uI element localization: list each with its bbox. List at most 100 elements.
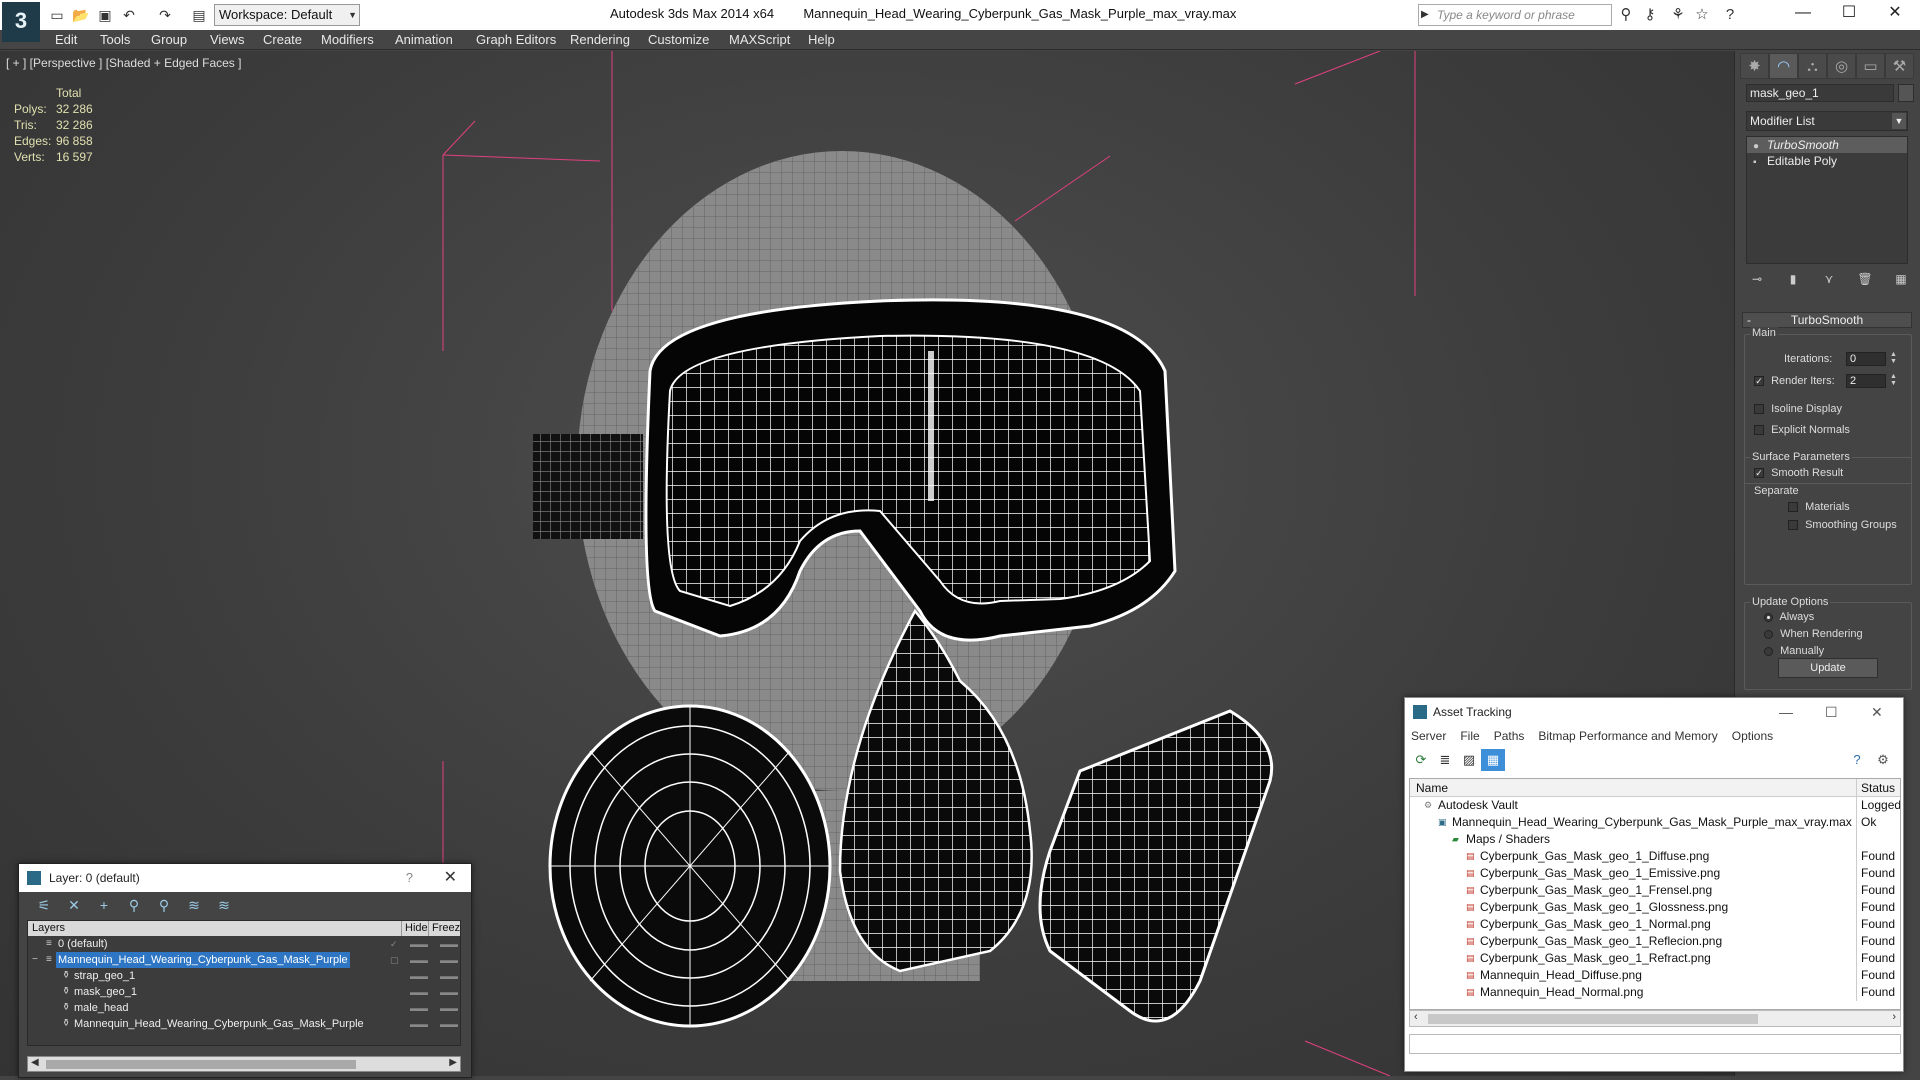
scroll-thumb[interactable] — [1428, 1014, 1758, 1024]
highlight-layer-icon[interactable]: ⚲ — [149, 894, 179, 916]
scroll-left-icon[interactable]: ◀ — [31, 1057, 39, 1068]
collapse-icon[interactable]: − — [32, 952, 38, 968]
menu-tools[interactable]: Tools — [100, 32, 130, 47]
object-name-field[interactable]: mask_geo_1 — [1746, 84, 1894, 102]
update-manually-row[interactable]: Manually — [1764, 645, 1824, 657]
pin-stack-icon[interactable]: ⊸ — [1746, 269, 1768, 289]
asset-row[interactable]: ▤ Cyberpunk_Gas_Mask_geo_1_Emissive.png Fo… — [1410, 865, 1900, 882]
subscription-key-icon[interactable]: ⚷ — [1640, 6, 1660, 24]
search-input[interactable]: ▶ Type a keyword or phrase — [1418, 4, 1612, 26]
menu-group[interactable]: Group — [151, 32, 187, 47]
help-button[interactable]: ? — [406, 864, 413, 892]
layer-row[interactable]: ⚱ Mannequin_Head_Wearing_Cyberpunk_Gas_M… — [28, 1016, 460, 1032]
materials-checkbox[interactable] — [1788, 502, 1798, 513]
hide-toggle[interactable]: ▬▬ — [410, 936, 428, 952]
update-when-rendering-row[interactable]: When Rendering — [1764, 628, 1863, 640]
menu-server[interactable]: Server — [1411, 726, 1446, 746]
menu-animation[interactable]: Animation — [395, 32, 453, 47]
set-current-layer-icon[interactable]: ▢ — [390, 952, 399, 968]
communication-center-icon[interactable]: ⚘ — [1668, 6, 1688, 24]
render-iters-spinner[interactable]: 2 — [1846, 374, 1886, 388]
make-unique-icon[interactable]: ⋎ — [1818, 269, 1840, 289]
hide-toggle[interactable]: ▬▬ — [410, 1016, 428, 1032]
list-view-icon[interactable]: ≣ — [1433, 749, 1457, 771]
asset-row[interactable]: ▣ Mannequin_Head_Wearing_Cyberpunk_Gas_Ma… — [1410, 814, 1900, 831]
asset-row[interactable]: ▰ Maps / Shaders — [1410, 831, 1900, 848]
menu-views[interactable]: Views — [210, 32, 244, 47]
always-radio[interactable] — [1764, 612, 1773, 622]
menu-bitmap-performance[interactable]: Bitmap Performance and Memory — [1538, 726, 1717, 746]
layer-row[interactable]: ≡ 0 (default) ✓ ▬▬ ▬▬ — [28, 936, 460, 952]
menu-rendering[interactable]: Rendering — [570, 32, 630, 47]
table-view-icon[interactable]: ▦ — [1481, 749, 1505, 771]
freeze-all-layers-icon[interactable]: ≋ — [209, 894, 239, 916]
smoothing-groups-checkbox[interactable] — [1788, 520, 1798, 531]
settings-icon[interactable]: ⚙ — [1871, 749, 1895, 771]
display-tab-icon[interactable]: ▭ — [1856, 53, 1885, 79]
freeze-toggle[interactable]: ▬▬ — [440, 1016, 458, 1032]
help-icon[interactable]: ? — [1845, 749, 1869, 771]
project-folder-icon[interactable]: ▤ — [188, 5, 210, 25]
thumbnail-view-icon[interactable]: ▨ — [1457, 749, 1481, 771]
viewport-label[interactable]: [ + ] [Perspective ] [Shaded + Edged Fac… — [6, 56, 241, 70]
layer-row[interactable]: − ≡ Mannequin_Head_Wearing_Cyberpunk_Gas… — [28, 952, 460, 968]
create-layer-icon[interactable]: ⚟ — [29, 894, 59, 916]
modify-tab-icon[interactable]: ◠ — [1769, 53, 1798, 79]
scroll-right-icon[interactable]: › — [1892, 1011, 1896, 1023]
freeze-toggle[interactable]: ▬▬ — [440, 1000, 458, 1016]
layer-row[interactable]: ⚱ male_head ▬▬ ▬▬ — [28, 1000, 460, 1016]
layer-row[interactable]: ⚱ mask_geo_1 ▬▬ ▬▬ — [28, 984, 460, 1000]
menu-options[interactable]: Options — [1732, 726, 1773, 746]
asset-row[interactable]: ▤ Mannequin_Head_Normal.png Found — [1410, 984, 1900, 1001]
status-column-header[interactable]: Status — [1856, 779, 1895, 797]
expand-plus-icon[interactable]: ▪ — [1753, 155, 1757, 171]
close-icon[interactable]: ✕ — [1871, 698, 1883, 726]
asset-row[interactable]: ▤ Cyberpunk_Gas_Mask_geo_1_Glossness.png F… — [1410, 899, 1900, 916]
hide-toggle[interactable]: ▬▬ — [410, 952, 428, 968]
freeze-toggle[interactable]: ▬▬ — [440, 936, 458, 952]
scroll-thumb[interactable] — [46, 1060, 356, 1069]
explicit-normals-checkbox[interactable] — [1754, 425, 1764, 436]
asset-row[interactable]: ▤ Cyberpunk_Gas_Mask_geo_1_Frensel.png Fou… — [1410, 882, 1900, 899]
redo-icon[interactable]: ↷ — [154, 5, 176, 25]
freeze-column-header[interactable]: Freeze — [428, 921, 460, 936]
open-file-icon[interactable]: 📂 — [70, 5, 92, 25]
when-rendering-radio[interactable] — [1764, 629, 1773, 639]
layer-row[interactable]: ⚱ strap_geo_1 ▬▬ ▬▬ — [28, 968, 460, 984]
scroll-right-icon[interactable]: ▶ — [449, 1057, 457, 1068]
add-to-layer-icon[interactable]: + — [89, 894, 119, 916]
menu-customize[interactable]: Customize — [648, 32, 709, 47]
layer-horizontal-scrollbar[interactable]: ◀ ▶ — [27, 1056, 461, 1072]
app-logo-icon[interactable]: 3 — [2, 2, 40, 42]
update-button[interactable]: Update — [1778, 658, 1878, 678]
menu-create[interactable]: Create — [263, 32, 302, 47]
undo-icon[interactable]: ↶ — [118, 5, 140, 25]
menu-help[interactable]: Help — [808, 32, 835, 47]
help-icon[interactable]: ? — [1720, 6, 1740, 24]
hide-toggle[interactable]: ▬▬ — [410, 968, 428, 984]
layers-column-header[interactable]: Layers — [32, 921, 65, 936]
menu-file[interactable]: File — [1460, 726, 1479, 746]
explicit-normals-row[interactable]: Explicit Normals — [1754, 424, 1850, 436]
motion-tab-icon[interactable]: ◎ — [1827, 53, 1856, 79]
stack-item-turbosmooth[interactable]: ● TurboSmooth — [1747, 137, 1907, 153]
layer-window-titlebar[interactable]: Layer: 0 (default) ? ✕ — [19, 864, 471, 892]
freeze-toggle[interactable]: ▬▬ — [440, 952, 458, 968]
asset-row[interactable]: ▤ Mannequin_Head_Diffuse.png Found — [1410, 967, 1900, 984]
asset-row[interactable]: ▤ Cyberpunk_Gas_Mask_geo_1_Reflecion.png F… — [1410, 933, 1900, 950]
workspace-dropdown[interactable]: Workspace: Default ▼ — [214, 4, 360, 26]
remove-modifier-icon[interactable]: 🗑 — [1854, 269, 1876, 289]
isoline-display-row[interactable]: Isoline Display — [1754, 403, 1842, 415]
render-iters-checkbox[interactable]: ✓ — [1754, 376, 1764, 387]
select-in-layer-icon[interactable]: ⚲ — [119, 894, 149, 916]
hide-column-header[interactable]: Hide — [401, 921, 428, 936]
maximize-button[interactable]: ☐ — [1826, 0, 1872, 28]
menu-graph-editors[interactable]: Graph Editors — [476, 32, 556, 47]
manually-radio[interactable] — [1764, 646, 1773, 656]
new-file-icon[interactable]: ▭ — [46, 5, 68, 25]
show-end-result-icon[interactable]: ▮ — [1782, 269, 1804, 289]
minimize-button[interactable]: — — [1780, 0, 1826, 28]
hide-all-layers-icon[interactable]: ≋ — [179, 894, 209, 916]
spinner-arrows-icon[interactable]: ▲ ▼ — [1890, 373, 1897, 387]
favorites-star-icon[interactable]: ☆ — [1692, 6, 1712, 24]
